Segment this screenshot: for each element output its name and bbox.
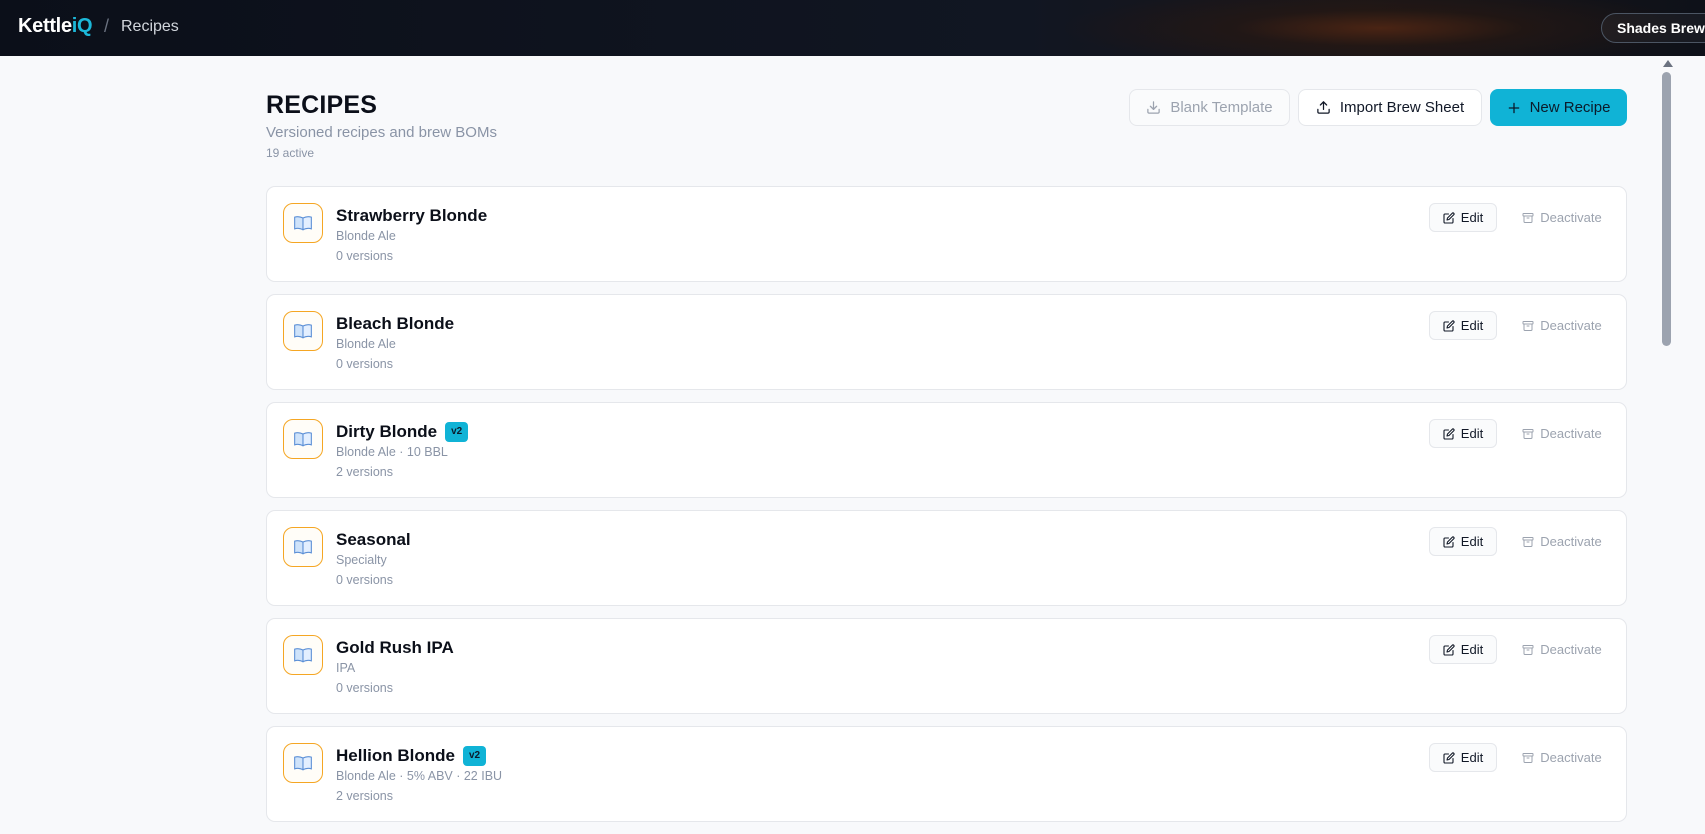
recipe-card[interactable]: Dirty Blonde v2 Blonde Ale · 10 BBL 2 ver…: [266, 402, 1627, 498]
recipe-meta: IPA: [336, 661, 356, 675]
edit-icon: [1443, 751, 1455, 764]
page-title: RECIPES: [266, 91, 378, 119]
active-count: 19 active: [266, 146, 315, 160]
recipe-meta: Blonde Ale: [336, 337, 396, 351]
deactivate-button[interactable]: Deactivate: [1515, 527, 1609, 556]
edit-button[interactable]: Edit: [1429, 311, 1497, 340]
edit-button[interactable]: Edit: [1429, 743, 1497, 772]
edit-icon: [1443, 319, 1455, 332]
recipe-name[interactable]: Hellion Blonde v2: [336, 746, 487, 766]
recipe-versions: 0 versions: [336, 573, 393, 587]
edit-button[interactable]: Edit: [1429, 419, 1497, 448]
archive-icon: [1522, 752, 1534, 763]
deactivate-button[interactable]: Deactivate: [1515, 635, 1609, 664]
breadcrumb-separator: /: [104, 16, 110, 36]
recipe-versions: 0 versions: [336, 681, 393, 695]
deactivate-button[interactable]: Deactivate: [1515, 311, 1609, 340]
version-badge: v2: [463, 746, 487, 766]
edit-button[interactable]: Edit: [1429, 527, 1497, 556]
top-bar: KettleiQ / Recipes Shades Brewing: [0, 0, 1705, 56]
recipe-name[interactable]: Seasonal: [336, 530, 411, 550]
app-logo[interactable]: KettleiQ: [18, 15, 93, 38]
book-icon: [283, 743, 323, 783]
recipe-name[interactable]: Dirty Blonde v2: [336, 422, 469, 442]
recipe-card[interactable]: Gold Rush IPA IPA 0 versions Edit Deacti…: [266, 618, 1627, 714]
edit-icon: [1443, 211, 1455, 224]
recipe-name[interactable]: Strawberry Blonde: [336, 206, 487, 226]
plus-icon: [1508, 102, 1519, 113]
page-subtitle: Versioned recipes and brew BOMs: [266, 124, 497, 141]
recipe-versions: 0 versions: [336, 357, 393, 371]
recipe-card[interactable]: Bleach Blonde Blonde Ale 0 versions Edit…: [266, 294, 1627, 390]
archive-icon: [1522, 212, 1534, 223]
recipe-versions: 2 versions: [336, 789, 393, 803]
recipe-versions: 2 versions: [336, 465, 393, 479]
book-icon: [283, 203, 323, 243]
deactivate-button[interactable]: Deactivate: [1515, 419, 1609, 448]
edit-button[interactable]: Edit: [1429, 203, 1497, 232]
archive-icon: [1522, 536, 1534, 547]
version-badge: v2: [445, 422, 469, 442]
recipe-name[interactable]: Gold Rush IPA: [336, 638, 454, 658]
recipe-card[interactable]: Hellion Blonde v2 Blonde Ale · 5% ABV · 2…: [266, 726, 1627, 822]
recipe-meta: Blonde Ale · 5% ABV · 22 IBU: [336, 769, 503, 783]
scrollbar-thumb[interactable]: [1662, 72, 1671, 346]
recipe-name[interactable]: Bleach Blonde: [336, 314, 454, 334]
book-icon: [283, 527, 323, 567]
recipe-meta: Specialty: [336, 553, 387, 567]
org-switcher[interactable]: Shades Brewing: [1601, 13, 1705, 43]
book-icon: [283, 635, 323, 675]
recipe-card[interactable]: Strawberry Blonde Blonde Ale 0 versions …: [266, 186, 1627, 282]
archive-icon: [1522, 428, 1534, 439]
breadcrumb-current: Recipes: [121, 18, 179, 35]
scroll-up-arrow[interactable]: [1663, 60, 1673, 67]
download-icon: [1147, 101, 1161, 114]
new-recipe-label: New Recipe: [1529, 99, 1611, 116]
book-icon: [283, 419, 323, 459]
archive-icon: [1522, 644, 1534, 655]
recipe-meta: Blonde Ale: [336, 229, 396, 243]
book-icon: [283, 311, 323, 351]
recipe-card[interactable]: Seasonal Specialty 0 versions Edit Deact…: [266, 510, 1627, 606]
edit-button[interactable]: Edit: [1429, 635, 1497, 664]
edit-icon: [1443, 535, 1455, 548]
edit-icon: [1443, 427, 1455, 440]
new-recipe-button[interactable]: New Recipe: [1490, 89, 1627, 126]
recipe-versions: 0 versions: [336, 249, 393, 263]
blank-template-label: Blank Template: [1170, 99, 1273, 116]
import-brew-sheet-label: Import Brew Sheet: [1339, 99, 1465, 116]
archive-icon: [1522, 320, 1534, 331]
deactivate-button[interactable]: Deactivate: [1515, 743, 1609, 772]
blank-template-button[interactable]: Blank Template: [1129, 89, 1290, 126]
recipe-meta: Blonde Ale · 10 BBL: [336, 445, 448, 459]
import-brew-sheet-button[interactable]: Import Brew Sheet: [1298, 89, 1482, 126]
edit-icon: [1443, 643, 1455, 656]
deactivate-button[interactable]: Deactivate: [1515, 203, 1609, 232]
upload-icon: [1317, 101, 1330, 114]
